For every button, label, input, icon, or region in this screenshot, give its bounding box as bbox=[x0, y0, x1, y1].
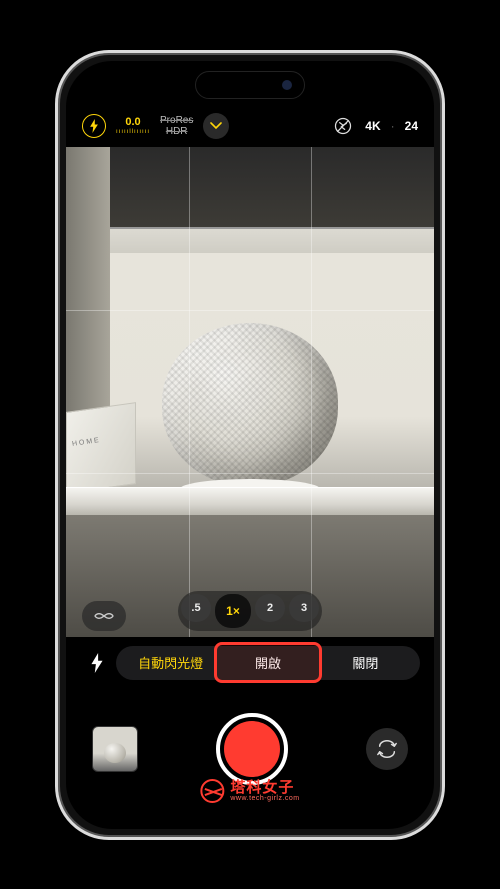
watermark-title: 塔科女子 bbox=[230, 780, 299, 795]
last-photo-thumbnail[interactable] bbox=[92, 726, 138, 772]
zoom-level-1x[interactable]: 1× bbox=[215, 594, 251, 628]
action-mode-toggle[interactable] bbox=[331, 114, 355, 138]
grid-line bbox=[66, 310, 434, 311]
macro-toggle[interactable] bbox=[82, 601, 126, 631]
switch-camera-button[interactable] bbox=[366, 728, 408, 770]
flash-icon bbox=[90, 653, 104, 673]
zoom-level-3x[interactable]: 3 bbox=[289, 594, 319, 622]
phone-frame: 0.0 ıııııllıııııı ProRes HDR 4K bbox=[55, 50, 445, 840]
callout-highlight bbox=[214, 642, 321, 683]
dynamic-island bbox=[195, 71, 305, 99]
watermark-url: www.tech-girlz.com bbox=[230, 795, 299, 802]
screen: 0.0 ıııııllıııııı ProRes HDR 4K bbox=[66, 61, 434, 829]
volume-down-button bbox=[55, 329, 56, 385]
watermark: 塔科女子 www.tech-girlz.com bbox=[200, 779, 299, 803]
action-mode-icon bbox=[333, 116, 353, 136]
flash-option-off[interactable]: 關閉 bbox=[317, 647, 414, 678]
prores-label: ProRes bbox=[160, 115, 193, 126]
flash-icon-button[interactable] bbox=[80, 646, 114, 680]
record-icon bbox=[224, 721, 280, 777]
exposure-value: 0.0 bbox=[125, 117, 140, 128]
flash-option-auto[interactable]: 自動閃光燈 bbox=[122, 647, 219, 678]
grid-line bbox=[311, 147, 312, 637]
fps-toggle[interactable]: 24 bbox=[405, 119, 418, 133]
side-button bbox=[55, 213, 56, 243]
flash-icon bbox=[88, 119, 100, 133]
exposure-control[interactable]: 0.0 ıııııllıııııı bbox=[116, 117, 150, 135]
resolution-toggle[interactable]: 4K bbox=[365, 119, 380, 133]
prores-toggle[interactable]: ProRes HDR bbox=[160, 115, 193, 137]
watermark-logo-icon bbox=[200, 779, 224, 803]
flash-toggle[interactable] bbox=[82, 114, 106, 138]
zoom-level-2x[interactable]: 2 bbox=[255, 594, 285, 622]
viewfinder[interactable]: H O M E .5 1× bbox=[66, 147, 434, 637]
camera-preview: H O M E bbox=[66, 147, 434, 637]
macro-icon bbox=[93, 609, 115, 623]
chevron-down-icon bbox=[210, 122, 222, 130]
exposure-scale: ıııııllıııııı bbox=[116, 129, 150, 135]
grid-line bbox=[189, 147, 190, 637]
switch-camera-icon bbox=[376, 738, 398, 760]
volume-up-button bbox=[55, 263, 56, 319]
flash-option-track: 自動閃光燈 開啟 關閉 bbox=[116, 646, 420, 680]
expand-controls-button[interactable] bbox=[203, 113, 229, 139]
camera-top-bar: 0.0 ıııııllıııııı ProRes HDR 4K bbox=[66, 105, 434, 147]
flash-options-row: 自動閃光燈 開啟 關閉 bbox=[66, 641, 434, 685]
hdr-label: HDR bbox=[160, 126, 193, 137]
separator: · bbox=[391, 119, 395, 133]
zoom-level-0.5x[interactable]: .5 bbox=[181, 594, 211, 622]
power-button bbox=[444, 273, 445, 355]
flash-option-on[interactable]: 開啟 bbox=[219, 647, 316, 678]
record-button[interactable] bbox=[216, 713, 288, 785]
grid-line bbox=[66, 473, 434, 474]
zoom-selector: .5 1× 2 3 bbox=[178, 591, 322, 631]
